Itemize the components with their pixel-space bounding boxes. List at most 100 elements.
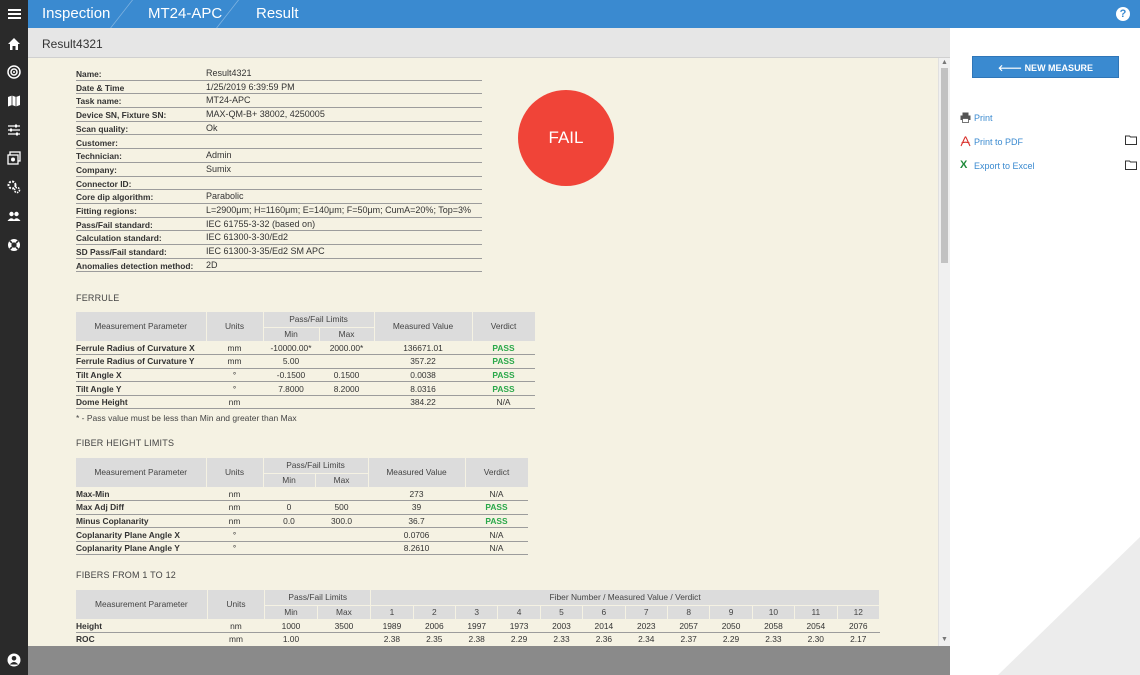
min-cell: 0 bbox=[263, 500, 315, 515]
table-row: Coplanarity Plane Angle Y ° 8.2610 N/A bbox=[76, 541, 529, 556]
col-header-limits: Pass/Fail Limits bbox=[263, 312, 375, 328]
home-icon[interactable] bbox=[7, 37, 21, 51]
table-row: Dome Height nm 384.22 N/A bbox=[76, 395, 536, 410]
info-label: Fitting regions: bbox=[76, 206, 137, 216]
info-label: Pass/Fail standard: bbox=[76, 219, 153, 230]
info-row: Scan quality: Ok bbox=[76, 122, 482, 136]
param-cell: Tilt Angle Y bbox=[76, 381, 206, 396]
max-cell bbox=[317, 632, 371, 646]
col-header-max: Max bbox=[319, 327, 375, 342]
user-account-icon[interactable] bbox=[7, 653, 21, 667]
verdict-cell: PASS bbox=[472, 354, 536, 369]
info-label: SD Pass/Fail standard: bbox=[76, 247, 167, 258]
top-bar: Inspection MT24-APC Result ? bbox=[0, 0, 1140, 28]
export-excel-label: Export to Excel bbox=[974, 161, 1035, 171]
new-measure-button[interactable]: 🡐 NEW MEASURE bbox=[972, 56, 1119, 78]
folder-icon[interactable] bbox=[1125, 135, 1137, 145]
result-title: Result4321 bbox=[42, 37, 103, 51]
max-cell: 500 bbox=[315, 500, 369, 515]
scroll-thumb[interactable] bbox=[941, 68, 948, 263]
scroll-up-arrow-icon[interactable]: ▲ bbox=[941, 59, 948, 66]
col-header-units: Units bbox=[206, 312, 264, 342]
fiber-value-cell: 2.38 bbox=[455, 632, 498, 646]
col-header-units: Units bbox=[206, 458, 264, 488]
table-row: Max Adj Diff nm 0 500 39 PASS bbox=[76, 500, 529, 515]
fiber-value-cell: 2.30 bbox=[794, 632, 838, 646]
map-icon[interactable] bbox=[7, 94, 21, 108]
content-scrollbar[interactable]: ▲ ▼ bbox=[938, 58, 950, 646]
param-cell: Ferrule Radius of Curvature Y bbox=[76, 354, 206, 369]
table-row: Ferrule Radius of Curvature Xmm -10000.00… bbox=[76, 341, 536, 356]
fiber-value-cell: 2050 bbox=[709, 619, 753, 634]
help-icon[interactable]: ? bbox=[1116, 7, 1130, 21]
fiber-value-cell: 2.38 bbox=[370, 632, 414, 646]
units-cell: nm bbox=[206, 514, 263, 529]
fiber-value-cell: 2.34 bbox=[625, 632, 668, 646]
value-cell: 36.7 bbox=[368, 514, 466, 529]
param-cell: ROC bbox=[76, 632, 208, 646]
info-label: Company: bbox=[76, 164, 117, 175]
max-cell bbox=[315, 527, 369, 542]
min-cell bbox=[263, 527, 315, 542]
info-value: L=2900μm; H=1160μm; E=140μm; F=50μm; Cum… bbox=[206, 205, 472, 215]
min-cell: 7.8000 bbox=[263, 381, 319, 396]
value-cell: 8.0316 bbox=[374, 381, 473, 396]
fiber-value-cell: 2023 bbox=[625, 619, 668, 634]
verdict-cell: PASS bbox=[472, 368, 536, 383]
print-pdf-action[interactable]: Print to PDF bbox=[960, 136, 1023, 147]
breadcrumb-task[interactable]: MT24-APC bbox=[148, 0, 222, 28]
info-value: Sumix bbox=[206, 163, 232, 174]
verdict-cell: PASS bbox=[472, 381, 536, 396]
info-label: Anomalies detection method: bbox=[76, 260, 194, 271]
info-row: Task name: MT24-APC bbox=[76, 94, 482, 109]
hamburger-icon bbox=[7, 9, 21, 19]
menu-button[interactable] bbox=[0, 0, 28, 28]
target-icon[interactable] bbox=[7, 65, 21, 79]
min-cell: 1.00 bbox=[264, 632, 318, 646]
info-row: Technician: Admin bbox=[76, 149, 482, 163]
units-cell: ° bbox=[206, 527, 263, 542]
units-cell: nm bbox=[207, 619, 265, 634]
export-excel-action[interactable]: X Export to Excel bbox=[960, 160, 1035, 172]
table-row: Coplanarity Plane Angle X ° 0.0706 N/A bbox=[76, 527, 529, 542]
new-measure-label: NEW MEASURE bbox=[1024, 63, 1094, 73]
col-header-fiber-number: 11 bbox=[794, 605, 838, 620]
units-cell: mm bbox=[207, 632, 265, 646]
info-row: Core dip algorithm: Parabolic bbox=[76, 190, 482, 204]
gallery-icon[interactable] bbox=[7, 151, 21, 165]
table-row: Minus Coplanarity nm 0.0 300.0 36.7 PASS bbox=[76, 514, 529, 529]
max-cell bbox=[315, 541, 369, 556]
table-row: ROC mm 1.00 2.38 2.35 2.38 2.29 2.33 2.36 2.34 2.3… bbox=[76, 632, 880, 646]
fiber-value-cell: 2.35 bbox=[413, 632, 456, 646]
value-cell: 357.22 bbox=[374, 354, 473, 369]
info-value: MT24-APC bbox=[206, 95, 251, 106]
verdict-cell: PASS bbox=[465, 514, 529, 529]
users-icon[interactable] bbox=[7, 209, 21, 223]
col-header-verdict: Verdict bbox=[472, 312, 536, 342]
col-header-verdict: Verdict bbox=[465, 458, 529, 488]
fiber-value-cell: 1997 bbox=[455, 619, 498, 634]
col-header-param: Measurement Parameter bbox=[76, 312, 207, 342]
arrow-left-icon: 🡐 bbox=[997, 63, 1025, 73]
settings-gears-icon[interactable] bbox=[7, 180, 21, 194]
info-row: Connector ID: bbox=[76, 177, 482, 191]
info-label: Date & Time bbox=[76, 82, 125, 93]
units-cell: ° bbox=[206, 381, 263, 396]
print-action[interactable]: Print bbox=[960, 112, 993, 123]
col-header-min: Min bbox=[263, 327, 320, 342]
ferrule-section-title: FERRULE bbox=[76, 293, 120, 303]
lifebuoy-icon[interactable] bbox=[7, 238, 21, 252]
printer-icon bbox=[960, 112, 971, 123]
scroll-down-arrow-icon[interactable]: ▼ bbox=[941, 636, 948, 643]
folder-icon[interactable] bbox=[1125, 160, 1137, 170]
col-header-measured: Measured Value bbox=[374, 312, 473, 342]
verdict-cell: PASS bbox=[472, 341, 536, 356]
breadcrumb-inspection[interactable]: Inspection bbox=[42, 0, 110, 28]
sliders-icon[interactable] bbox=[7, 123, 21, 137]
min-cell: 1000 bbox=[264, 619, 318, 634]
max-cell: 0.1500 bbox=[319, 368, 375, 383]
col-header-fiber-group: Fiber Number / Measured Value / Verdict bbox=[370, 590, 880, 606]
param-cell: Max Adj Diff bbox=[76, 500, 206, 515]
value-cell: 136671.01 bbox=[374, 341, 473, 356]
fiber-value-cell: 2.37 bbox=[667, 632, 710, 646]
